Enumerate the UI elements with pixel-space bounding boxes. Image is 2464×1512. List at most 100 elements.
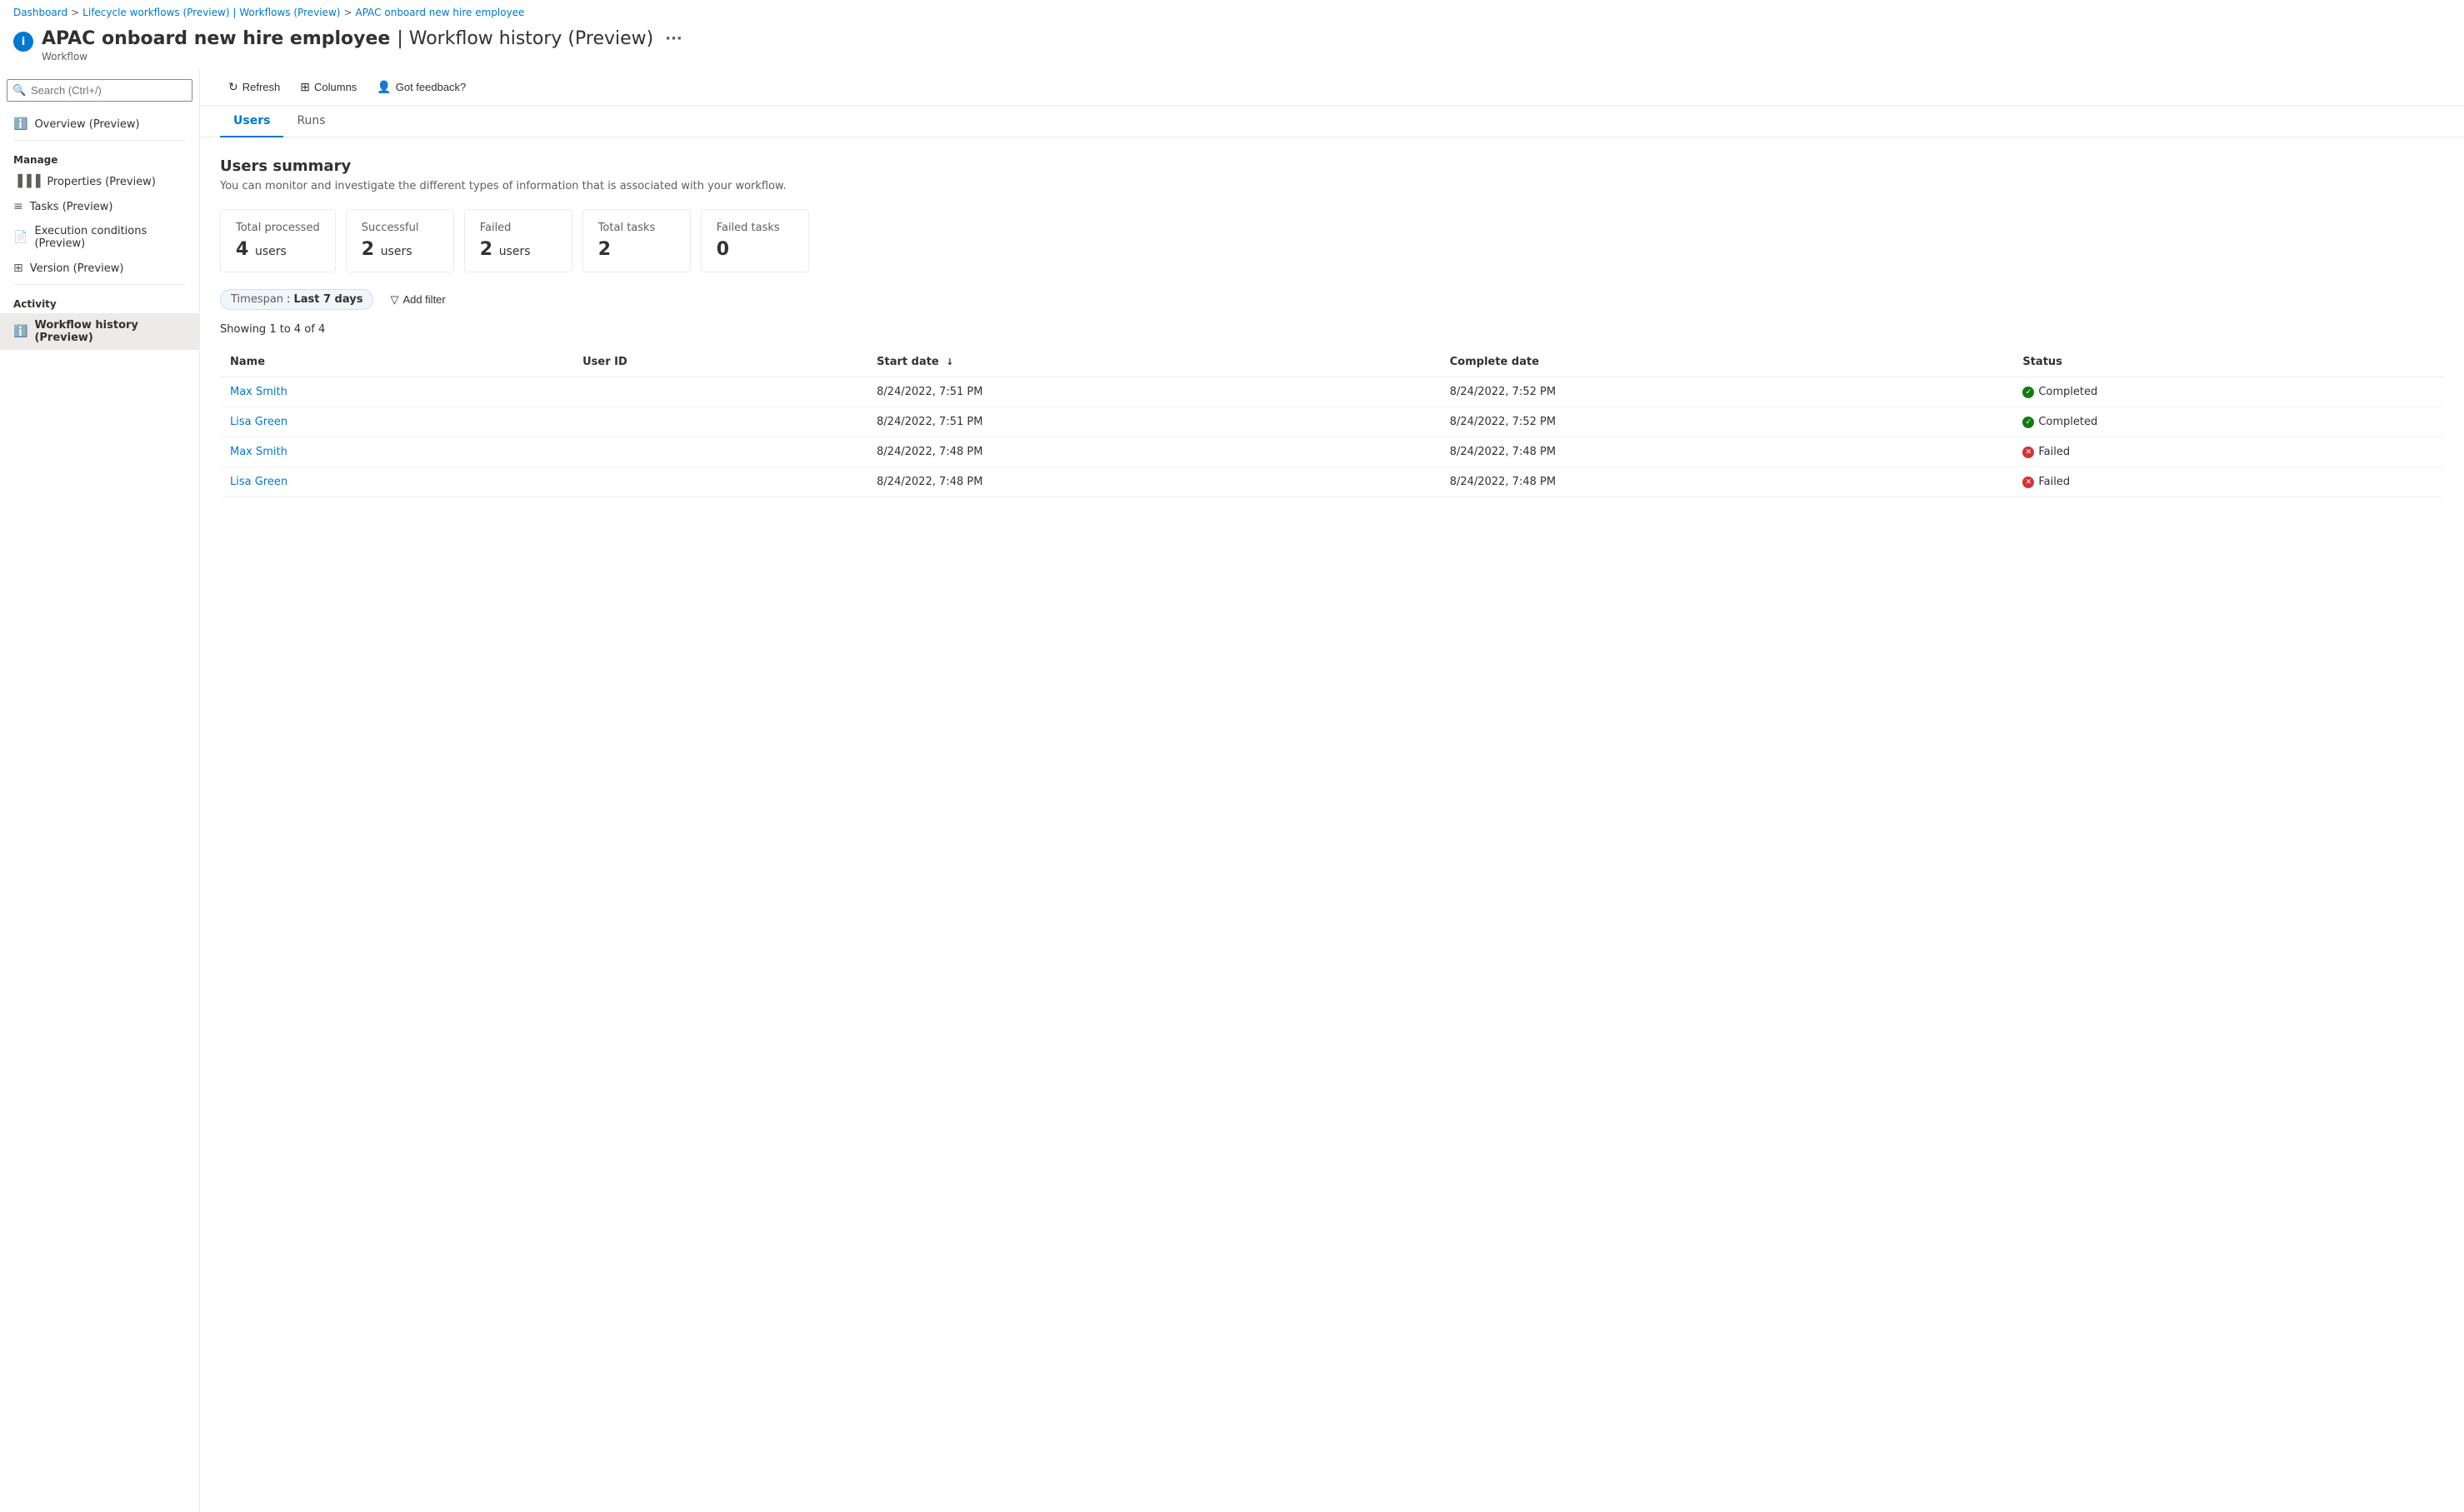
sidebar-manage-label: Manage <box>0 144 199 169</box>
refresh-button[interactable]: ↻ Refresh <box>220 76 288 98</box>
info-icon: ℹ️ <box>13 117 27 131</box>
col-user-id: User ID <box>572 347 867 377</box>
table-header-row: Name User ID Start date ↓ Complete date <box>220 347 2444 377</box>
user-id-cell <box>572 407 867 437</box>
page-header: i APAC onboard new hire employee | Workf… <box>0 25 2464 69</box>
complete-date-cell: 8/24/2022, 7:48 PM <box>1440 467 2013 497</box>
sidebar-item-version-label: Version (Preview) <box>30 262 124 275</box>
failed-icon <box>2022 477 2034 488</box>
sidebar-item-properties[interactable]: ▐▐▐ Properties (Preview) <box>0 169 199 194</box>
timespan-filter[interactable]: Timespan : Last 7 days <box>220 289 373 310</box>
showing-text: Showing 1 to 4 of 4 <box>220 323 2444 336</box>
col-start-date[interactable]: Start date ↓ <box>867 347 1440 377</box>
refresh-icon: ↻ <box>228 80 238 94</box>
start-date-cell: 8/24/2022, 7:51 PM <box>867 407 1440 437</box>
sidebar-divider-1 <box>13 140 186 141</box>
sidebar-item-workflow-history[interactable]: ℹ️ Workflow history (Preview) <box>0 313 199 350</box>
feedback-icon: 👤 <box>377 80 391 94</box>
status-label: Failed <box>2038 476 2070 488</box>
status-label: Completed <box>2038 386 2097 398</box>
table-row: Max Smith 8/24/2022, 7:51 PM8/24/2022, 7:… <box>220 377 2444 407</box>
sidebar-item-version[interactable]: ⊞ Version (Preview) <box>0 256 199 281</box>
columns-button[interactable]: ⊞ Columns <box>292 76 365 98</box>
search-icon: 🔍 <box>12 84 26 97</box>
card-successful: Successful 2 users <box>346 209 454 272</box>
user-name-link[interactable]: Lisa Green <box>230 476 287 488</box>
table-row: Lisa Green 8/24/2022, 7:51 PM8/24/2022, 7… <box>220 407 2444 437</box>
sidebar-item-overview-label: Overview (Preview) <box>34 118 139 131</box>
feedback-label: Got feedback? <box>396 81 467 93</box>
filter-bar: Timespan : Last 7 days ▽ Add filter <box>220 289 2444 310</box>
tab-users[interactable]: Users <box>220 106 283 137</box>
status-cell: Completed <box>2012 407 2444 437</box>
col-name: Name <box>220 347 572 377</box>
breadcrumb-lifecycle[interactable]: Lifecycle workflows (Preview) | Workflow… <box>82 7 340 18</box>
user-id-cell <box>572 437 867 467</box>
execution-icon: 📄 <box>13 231 27 244</box>
breadcrumb-dashboard[interactable]: Dashboard <box>13 7 67 18</box>
columns-icon: ⊞ <box>300 80 310 94</box>
card-total-processed-value: 4 users <box>236 239 320 260</box>
user-name-link[interactable]: Max Smith <box>230 386 287 398</box>
failed-icon <box>2022 447 2034 458</box>
card-failed-tasks-label: Failed tasks <box>717 222 793 234</box>
sidebar-activity-label: Activity <box>0 288 199 313</box>
user-name-link[interactable]: Max Smith <box>230 446 287 458</box>
complete-date-cell: 8/24/2022, 7:52 PM <box>1440 407 2013 437</box>
sidebar-item-tasks-label: Tasks (Preview) <box>30 201 113 213</box>
status-cell: Failed <box>2012 467 2444 497</box>
summary-cards: Total processed 4 users Successful 2 use… <box>220 209 2444 272</box>
card-failed-tasks: Failed tasks 0 <box>701 209 809 272</box>
timespan-value: Last 7 days <box>293 293 362 306</box>
card-total-processed: Total processed 4 users <box>220 209 336 272</box>
add-filter-label: Add filter <box>402 293 445 306</box>
table-row: Max Smith8/24/2022, 7:48 PM8/24/2022, 7:… <box>220 437 2444 467</box>
tasks-icon: ≡ <box>13 200 23 213</box>
page-subtitle: Workflow <box>42 51 687 62</box>
filter-icon: ▽ <box>390 293 398 307</box>
version-icon: ⊞ <box>13 262 23 275</box>
properties-icon: ▐▐▐ <box>13 175 40 188</box>
card-failed-tasks-value: 0 <box>717 239 793 260</box>
col-status: Status <box>2012 347 2444 377</box>
sidebar-item-execution[interactable]: 📄 Execution conditions (Preview) <box>0 219 199 256</box>
section-description: You can monitor and investigate the diff… <box>220 180 2444 192</box>
card-failed-value: 2 users <box>480 239 557 260</box>
card-total-tasks-value: 2 <box>598 239 675 260</box>
status-cell: Completed <box>2012 377 2444 407</box>
card-total-processed-label: Total processed <box>236 222 320 234</box>
timespan-label: Timespan <box>231 293 283 306</box>
sidebar: 🔍 ℹ️ Overview (Preview) Manage ▐▐▐ Prope… <box>0 69 200 1512</box>
card-total-tasks: Total tasks 2 <box>582 209 691 272</box>
complete-date-cell: 8/24/2022, 7:52 PM <box>1440 377 2013 407</box>
user-id-cell <box>572 377 867 407</box>
card-successful-value: 2 users <box>362 239 438 260</box>
sidebar-item-properties-label: Properties (Preview) <box>47 176 156 188</box>
sidebar-item-overview[interactable]: ℹ️ Overview (Preview) <box>0 112 199 137</box>
completed-icon <box>2022 387 2034 398</box>
refresh-label: Refresh <box>242 81 281 93</box>
complete-date-cell: 8/24/2022, 7:48 PM <box>1440 437 2013 467</box>
completed-icon <box>2022 417 2034 428</box>
sidebar-item-execution-label: Execution conditions (Preview) <box>34 225 186 250</box>
ellipsis-button[interactable]: ··· <box>660 28 687 49</box>
status-label: Failed <box>2038 446 2070 458</box>
add-filter-button[interactable]: ▽ Add filter <box>380 290 455 310</box>
section-title: Users summary <box>220 157 2444 175</box>
toolbar: ↻ Refresh ⊞ Columns 👤 Got feedback? <box>200 69 2464 106</box>
breadcrumb: Dashboard > Lifecycle workflows (Preview… <box>0 0 2464 25</box>
user-name-link[interactable]: Lisa Green <box>230 416 287 428</box>
status-cell: Failed <box>2012 437 2444 467</box>
breadcrumb-apac[interactable]: APAC onboard new hire employee <box>356 7 525 18</box>
sidebar-item-tasks[interactable]: ≡ Tasks (Preview) <box>0 194 199 219</box>
tab-runs[interactable]: Runs <box>283 106 338 137</box>
user-id-cell <box>572 467 867 497</box>
start-date-cell: 8/24/2022, 7:51 PM <box>867 377 1440 407</box>
page-title: APAC onboard new hire employee | Workflo… <box>42 28 687 49</box>
search-input[interactable] <box>7 79 192 102</box>
workflow-history-icon: ℹ️ <box>13 325 27 338</box>
tabs: Users Runs <box>200 106 2464 137</box>
page-icon: i <box>13 32 33 52</box>
feedback-button[interactable]: 👤 Got feedback? <box>368 76 474 98</box>
card-failed: Failed 2 users <box>464 209 572 272</box>
